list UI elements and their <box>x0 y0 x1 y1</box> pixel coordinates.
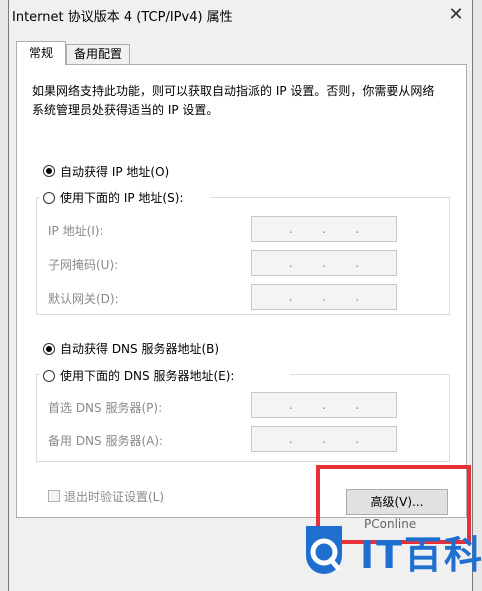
watermark-brand: PConline <box>364 517 417 531</box>
tab-general[interactable]: 常规 <box>16 41 66 65</box>
tab-alternate-configuration[interactable]: 备用配置 <box>66 44 130 65</box>
ip-address-field[interactable]: ... <box>251 216 397 242</box>
pconline-logo-icon <box>300 522 348 578</box>
alternate-dns-field[interactable]: ... <box>251 426 397 452</box>
preferred-dns-field[interactable]: ... <box>251 392 397 418</box>
subnet-mask-field[interactable]: ... <box>251 250 397 276</box>
auto-ip-label[interactable]: 自动获得 IP 地址(O) <box>60 163 169 180</box>
background-window-edge-left <box>0 0 8 591</box>
manual-ip-radio[interactable] <box>43 192 55 204</box>
auto-dns-label[interactable]: 自动获得 DNS 服务器地址(B) <box>60 340 219 357</box>
auto-ip-radio[interactable] <box>43 165 55 177</box>
subnet-mask-label: 子网掩码(U): <box>48 258 119 272</box>
alternate-dns-label: 备用 DNS 服务器(A): <box>48 434 164 448</box>
manual-dns-label[interactable]: 使用下面的 DNS 服务器地址(E): <box>60 367 234 384</box>
auto-dns-radio[interactable] <box>43 343 55 355</box>
validate-on-exit-label[interactable]: 退出时验证设置(L) <box>64 488 164 505</box>
default-gateway-label: 默认网关(D): <box>48 292 119 306</box>
close-icon[interactable]: ✕ <box>440 2 472 28</box>
manual-ip-label[interactable]: 使用下面的 IP 地址(S): <box>60 189 183 206</box>
window-title: Internet 协议版本 4 (TCP/IPv4) 属性 <box>12 10 233 25</box>
preferred-dns-label: 首选 DNS 服务器(P): <box>48 401 163 415</box>
description-text: 如果网络支持此功能，则可以获取自动指派的 IP 设置。否则，你需要从网络系统管理… <box>32 84 435 117</box>
background-window-edge-right <box>473 0 482 591</box>
ip-address-label: IP 地址(I): <box>48 224 104 238</box>
manual-dns-radio[interactable] <box>43 370 55 382</box>
watermark-name: IT百科 <box>360 533 482 577</box>
validate-on-exit-checkbox[interactable] <box>48 490 60 502</box>
default-gateway-field[interactable]: ... <box>251 284 397 310</box>
